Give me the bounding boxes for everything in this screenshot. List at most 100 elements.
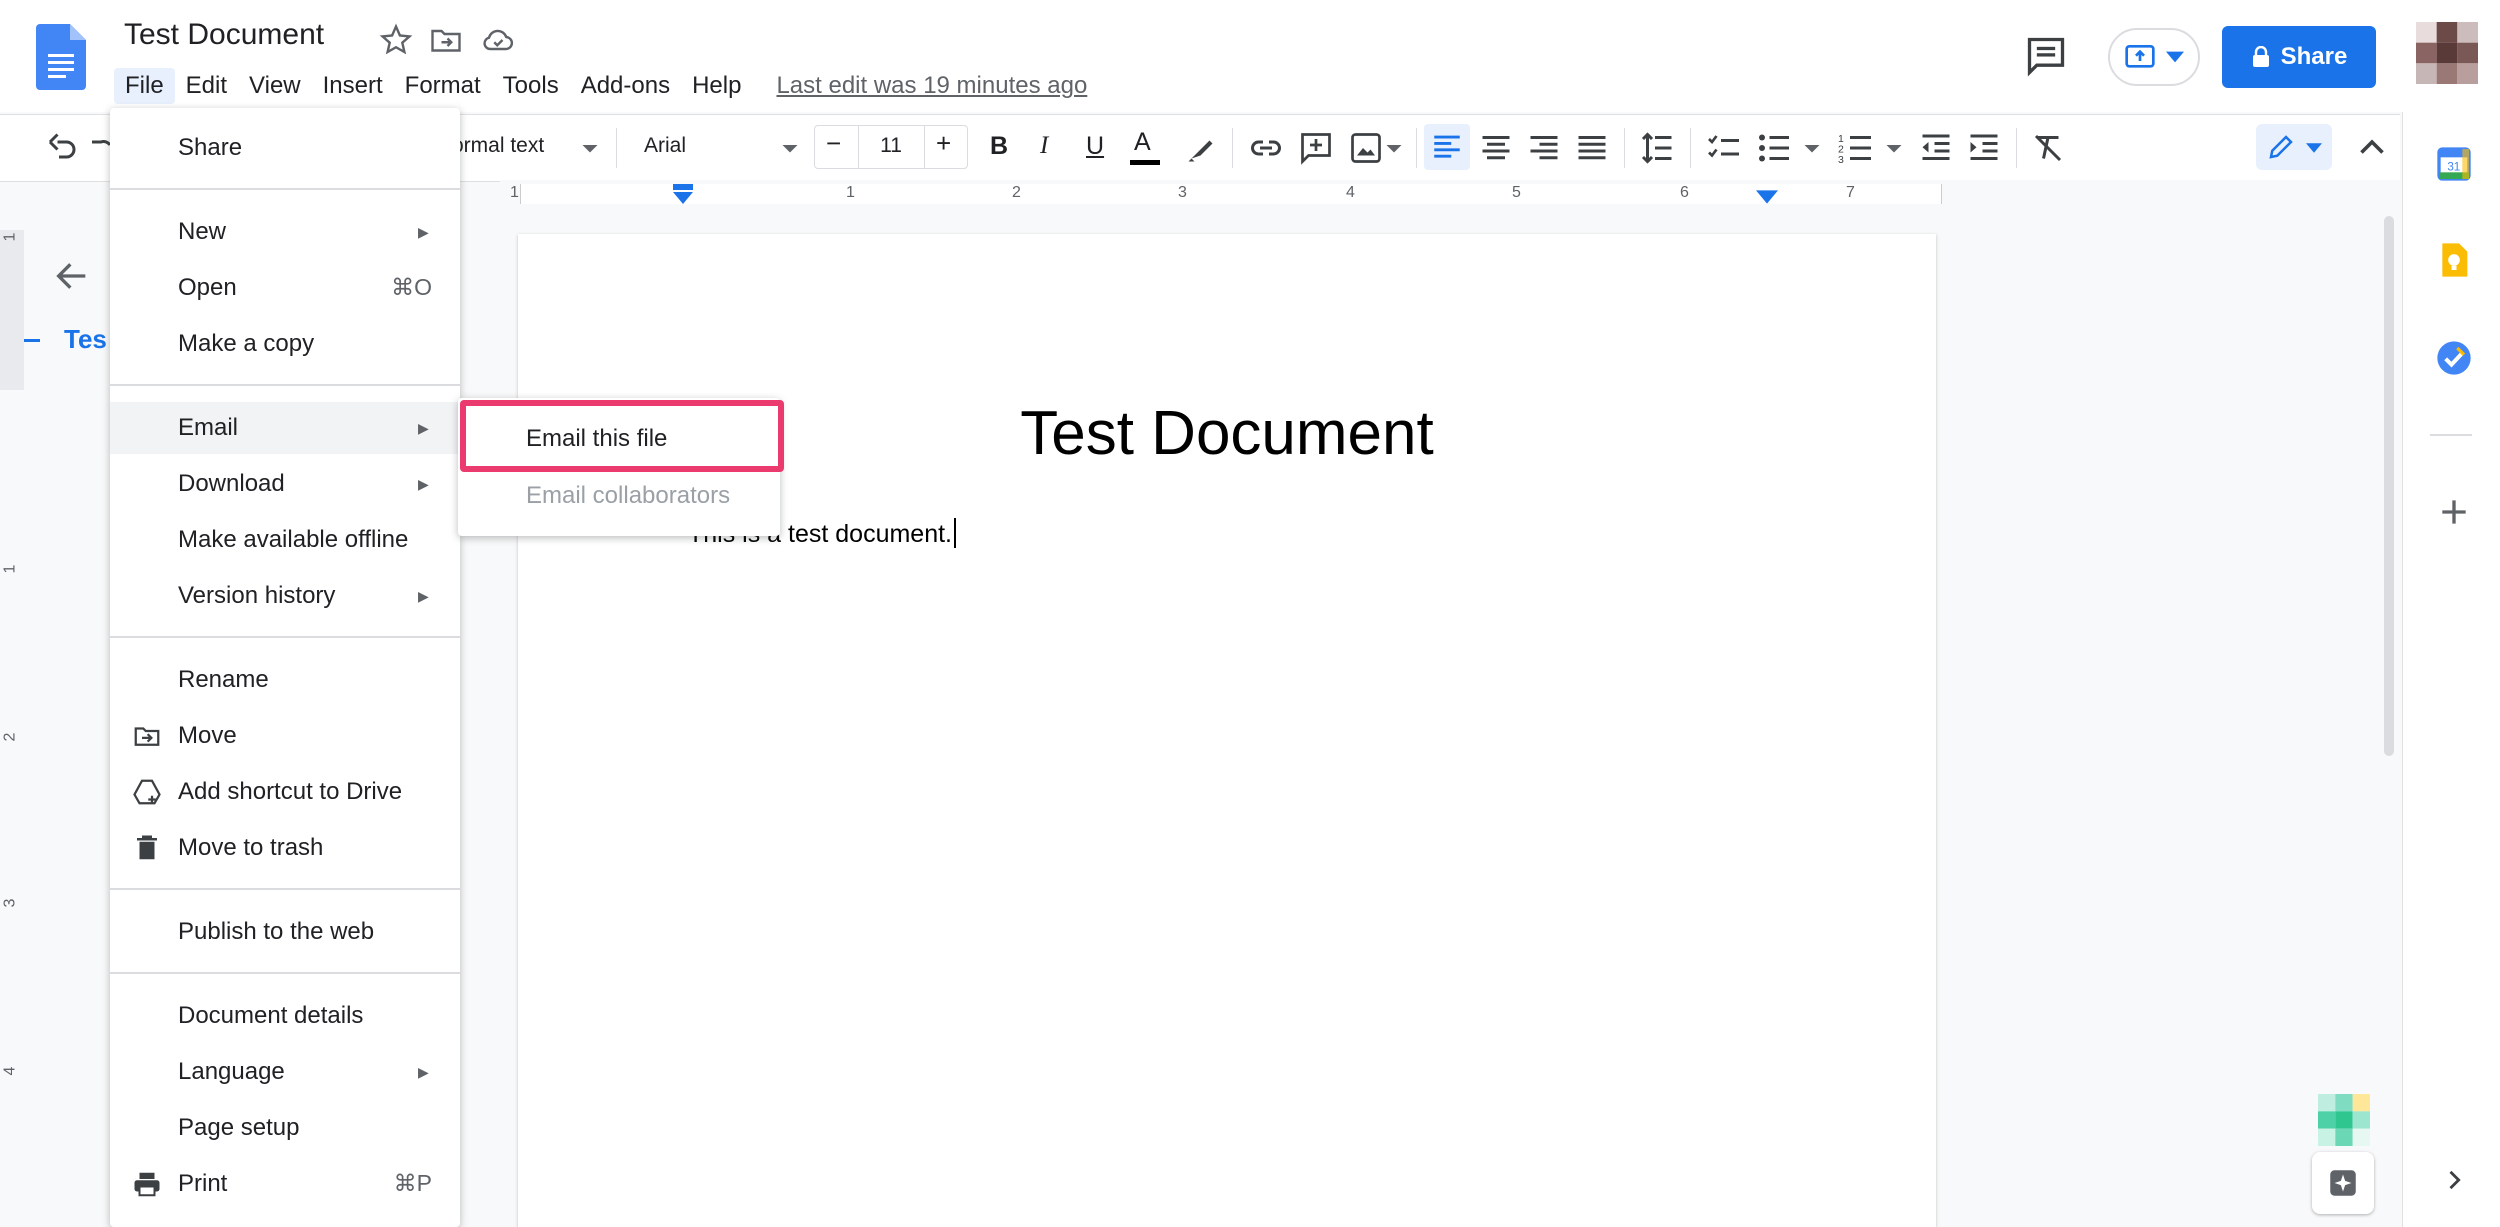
text-color-swatch [1130, 160, 1160, 165]
file-menu-share[interactable] [110, 122, 460, 174]
ruler-label: 3 [1, 898, 19, 908]
lock-icon [2252, 46, 2269, 67]
menu-file[interactable]: File [114, 68, 175, 104]
file-menu-language[interactable] [110, 1046, 460, 1098]
share-button[interactable]: Share [2222, 26, 2376, 88]
collapse-menus-icon[interactable] [2354, 130, 2390, 166]
editing-mode-button[interactable] [2256, 124, 2332, 170]
clear-formatting-icon[interactable] [2030, 130, 2066, 166]
undo-icon[interactable] [44, 130, 80, 166]
redo-icon[interactable] [92, 130, 110, 166]
file-menu-move[interactable] [110, 710, 460, 762]
numbered-dropdown-arrow-icon[interactable] [1884, 130, 1904, 166]
menu-item-label: Document details [178, 1002, 364, 1029]
left-indent-marker-icon[interactable] [672, 184, 694, 204]
comment-history-icon[interactable] [2024, 34, 2068, 78]
insert-image-icon[interactable] [1348, 130, 1384, 166]
menu-shortcut: ⌘O [391, 274, 432, 300]
toolbar-divider [1416, 128, 1417, 168]
insert-link-icon[interactable] [1248, 130, 1284, 166]
menu-insert[interactable]: Insert [312, 68, 394, 104]
menu-view[interactable]: View [238, 68, 312, 104]
increase-font-size-button[interactable]: + [936, 128, 951, 159]
cloud-saved-icon[interactable] [480, 22, 516, 58]
explore-button[interactable] [2312, 1152, 2374, 1214]
decrease-font-size-button[interactable]: − [826, 128, 841, 159]
drive-shortcut-icon [133, 779, 161, 805]
submenu-arrow-icon: ▶ [418, 476, 429, 492]
font-size-input[interactable]: 11 [860, 134, 922, 158]
underline-button[interactable]: U [1086, 132, 1104, 161]
move-folder-icon[interactable] [428, 22, 464, 58]
add-ons-plus-icon[interactable] [2434, 492, 2474, 532]
menu-item-label: Publish to the web [178, 918, 375, 945]
bold-button[interactable]: B [990, 132, 1008, 161]
toolbar-divider [616, 128, 617, 168]
ruler-label: 1 [510, 184, 519, 201]
text-color-button[interactable]: A [1134, 128, 1151, 157]
align-center-icon[interactable] [1478, 130, 1514, 166]
menu-addons[interactable]: Add-ons [570, 68, 681, 104]
checklist-icon[interactable] [1706, 130, 1742, 166]
numbered-list-icon[interactable]: 1 2 3 [1838, 130, 1874, 166]
ruler-label: 2 [1, 732, 19, 742]
menu-divider [110, 888, 460, 890]
justify-icon[interactable] [1574, 130, 1610, 166]
style-dropdown-arrow-icon[interactable] [580, 130, 600, 166]
file-menu-download[interactable] [110, 458, 460, 510]
avatar[interactable] [2416, 22, 2478, 84]
submenu-arrow-icon: ▶ [418, 1064, 429, 1080]
toolbar-divider [2016, 128, 2017, 168]
file-menu-email[interactable] [110, 402, 460, 454]
image-dropdown-arrow-icon[interactable] [1384, 130, 1404, 166]
present-meeting-button[interactable] [2108, 28, 2200, 86]
menu-item-label: Open [178, 274, 237, 301]
align-left-icon [1434, 135, 1460, 158]
menu-format[interactable]: Format [394, 68, 492, 104]
bullet-dropdown-arrow-icon[interactable] [1802, 130, 1822, 166]
expand-panel-chevron-icon[interactable] [2440, 1160, 2468, 1200]
menu-item-label: Share [178, 134, 243, 161]
document-title[interactable]: Test Document [124, 18, 324, 52]
decrease-indent-icon[interactable] [1918, 130, 1954, 166]
file-menu-new[interactable] [110, 206, 460, 258]
align-left-button[interactable] [1424, 124, 1470, 170]
increase-indent-icon[interactable] [1966, 130, 2002, 166]
ruler-label: 5 [1512, 184, 1521, 201]
menu-help[interactable]: Help [681, 68, 752, 104]
line-spacing-icon[interactable] [1640, 130, 1676, 166]
calendar-icon[interactable]: 31 [2434, 144, 2474, 184]
tasks-icon[interactable] [2434, 338, 2474, 378]
submenu-arrow-icon: ▶ [418, 224, 429, 240]
vertical-scrollbar[interactable] [2384, 216, 2394, 756]
font-family-dropdown[interactable]: Arial [644, 134, 686, 158]
last-edit-link[interactable]: Last edit was 19 minutes ago [776, 72, 1087, 100]
outline-heading-item[interactable]: Tes [64, 324, 107, 355]
star-icon[interactable] [378, 22, 414, 58]
menu-item-label: Make a copy [178, 330, 315, 357]
ruler-label: 3 [1178, 184, 1187, 201]
menu-tools[interactable]: Tools [492, 68, 570, 104]
ruler-label: 4 [1346, 184, 1355, 201]
right-indent-marker-icon[interactable] [1756, 190, 1778, 204]
back-arrow-icon[interactable] [52, 256, 92, 296]
menu-edit[interactable]: Edit [175, 68, 238, 104]
bulleted-list-icon[interactable] [1756, 130, 1792, 166]
docs-logo-icon[interactable] [36, 24, 86, 90]
chevron-down-icon [2306, 143, 2322, 153]
keep-icon[interactable] [2434, 240, 2474, 280]
italic-button[interactable]: I [1040, 132, 1048, 160]
font-dropdown-arrow-icon[interactable] [780, 130, 800, 166]
align-right-icon[interactable] [1526, 130, 1562, 166]
toolbar-divider [1232, 128, 1233, 168]
menu-bar: File Edit View Insert Format Tools Add-o… [114, 66, 1087, 106]
file-menu-rename[interactable] [110, 654, 460, 706]
document-page[interactable] [518, 234, 1936, 1227]
menu-item-label: Page setup [178, 1114, 300, 1141]
menu-item-label: Add shortcut to Drive [178, 778, 403, 805]
menu-divider [110, 636, 460, 638]
highlight-pen-icon[interactable] [1184, 130, 1220, 166]
side-panel-divider [2430, 434, 2472, 436]
paragraph-style-dropdown[interactable]: ormal text [452, 134, 544, 158]
add-comment-icon[interactable] [1298, 130, 1334, 166]
